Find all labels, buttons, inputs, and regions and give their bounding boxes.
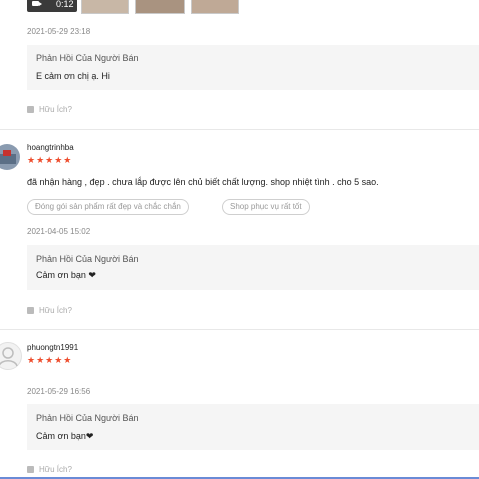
- review-divider: [0, 129, 479, 130]
- seller-reply-title: Phản Hồi Của Người Bán: [36, 254, 139, 264]
- review-video-thumbnail[interactable]: 0:12: [27, 0, 77, 12]
- review-text: đã nhận hàng , đẹp . chưa lắp được lên c…: [27, 177, 379, 187]
- helpful-button[interactable]: Hữu Ích?: [27, 465, 72, 474]
- seller-reply-box: Phản Hồi Của Người Bán E cảm ơn chị ạ. H…: [27, 45, 479, 90]
- seller-reply-text: E cảm ơn chị ạ. Hi: [36, 71, 110, 81]
- seller-reply-title: Phản Hồi Của Người Bán: [36, 413, 139, 423]
- review-tag: Đóng gói sản phẩm rất đẹp và chắc chắn: [27, 199, 189, 215]
- seller-reply-text: Cảm ơn bạn❤: [36, 431, 94, 441]
- review-image-thumbnail[interactable]: [191, 0, 239, 14]
- review-media-strip: 0:12: [27, 0, 267, 14]
- thumbs-up-icon: [27, 106, 34, 113]
- avatar[interactable]: [0, 342, 22, 370]
- review-timestamp: 2021-05-29 23:18: [27, 27, 91, 36]
- review-timestamp: 2021-04-05 15:02: [27, 227, 91, 236]
- reviewer-username[interactable]: hoangtrinhba: [27, 143, 74, 152]
- seller-reply-box: Phản Hồi Của Người Bán Cảm ơn bạn❤: [27, 404, 479, 450]
- review-timestamp: 2021-05-29 16:56: [27, 387, 91, 396]
- reviewer-username[interactable]: phuongtn1991: [27, 343, 78, 352]
- review-image-thumbnail[interactable]: [135, 0, 185, 14]
- helpful-button[interactable]: Hữu Ích?: [27, 306, 72, 315]
- thumbs-up-icon: [27, 307, 34, 314]
- helpful-label: Hữu Ích?: [39, 105, 72, 114]
- review-tag: Shop phục vụ rất tốt: [222, 199, 310, 215]
- helpful-label: Hữu Ích?: [39, 465, 72, 474]
- helpful-button[interactable]: Hữu Ích?: [27, 105, 72, 114]
- review-image-thumbnail[interactable]: [81, 0, 129, 14]
- review-divider: [0, 329, 479, 330]
- avatar[interactable]: [0, 144, 20, 170]
- helpful-label: Hữu Ích?: [39, 306, 72, 315]
- seller-reply-text: Cảm ơn bạn ❤: [36, 270, 96, 280]
- star-rating: ★★★★★: [27, 355, 73, 365]
- avatar-image-icon: [0, 150, 16, 164]
- seller-reply-box: Phản Hồi Của Người Bán Cảm ơn bạn ❤: [27, 245, 479, 290]
- video-duration: 0:12: [56, 0, 74, 9]
- video-camera-icon: [32, 1, 42, 6]
- seller-reply-title: Phản Hồi Của Người Bán: [36, 53, 139, 63]
- thumbs-up-icon: [27, 466, 34, 473]
- default-user-icon: [0, 347, 18, 367]
- star-rating: ★★★★★: [27, 155, 73, 165]
